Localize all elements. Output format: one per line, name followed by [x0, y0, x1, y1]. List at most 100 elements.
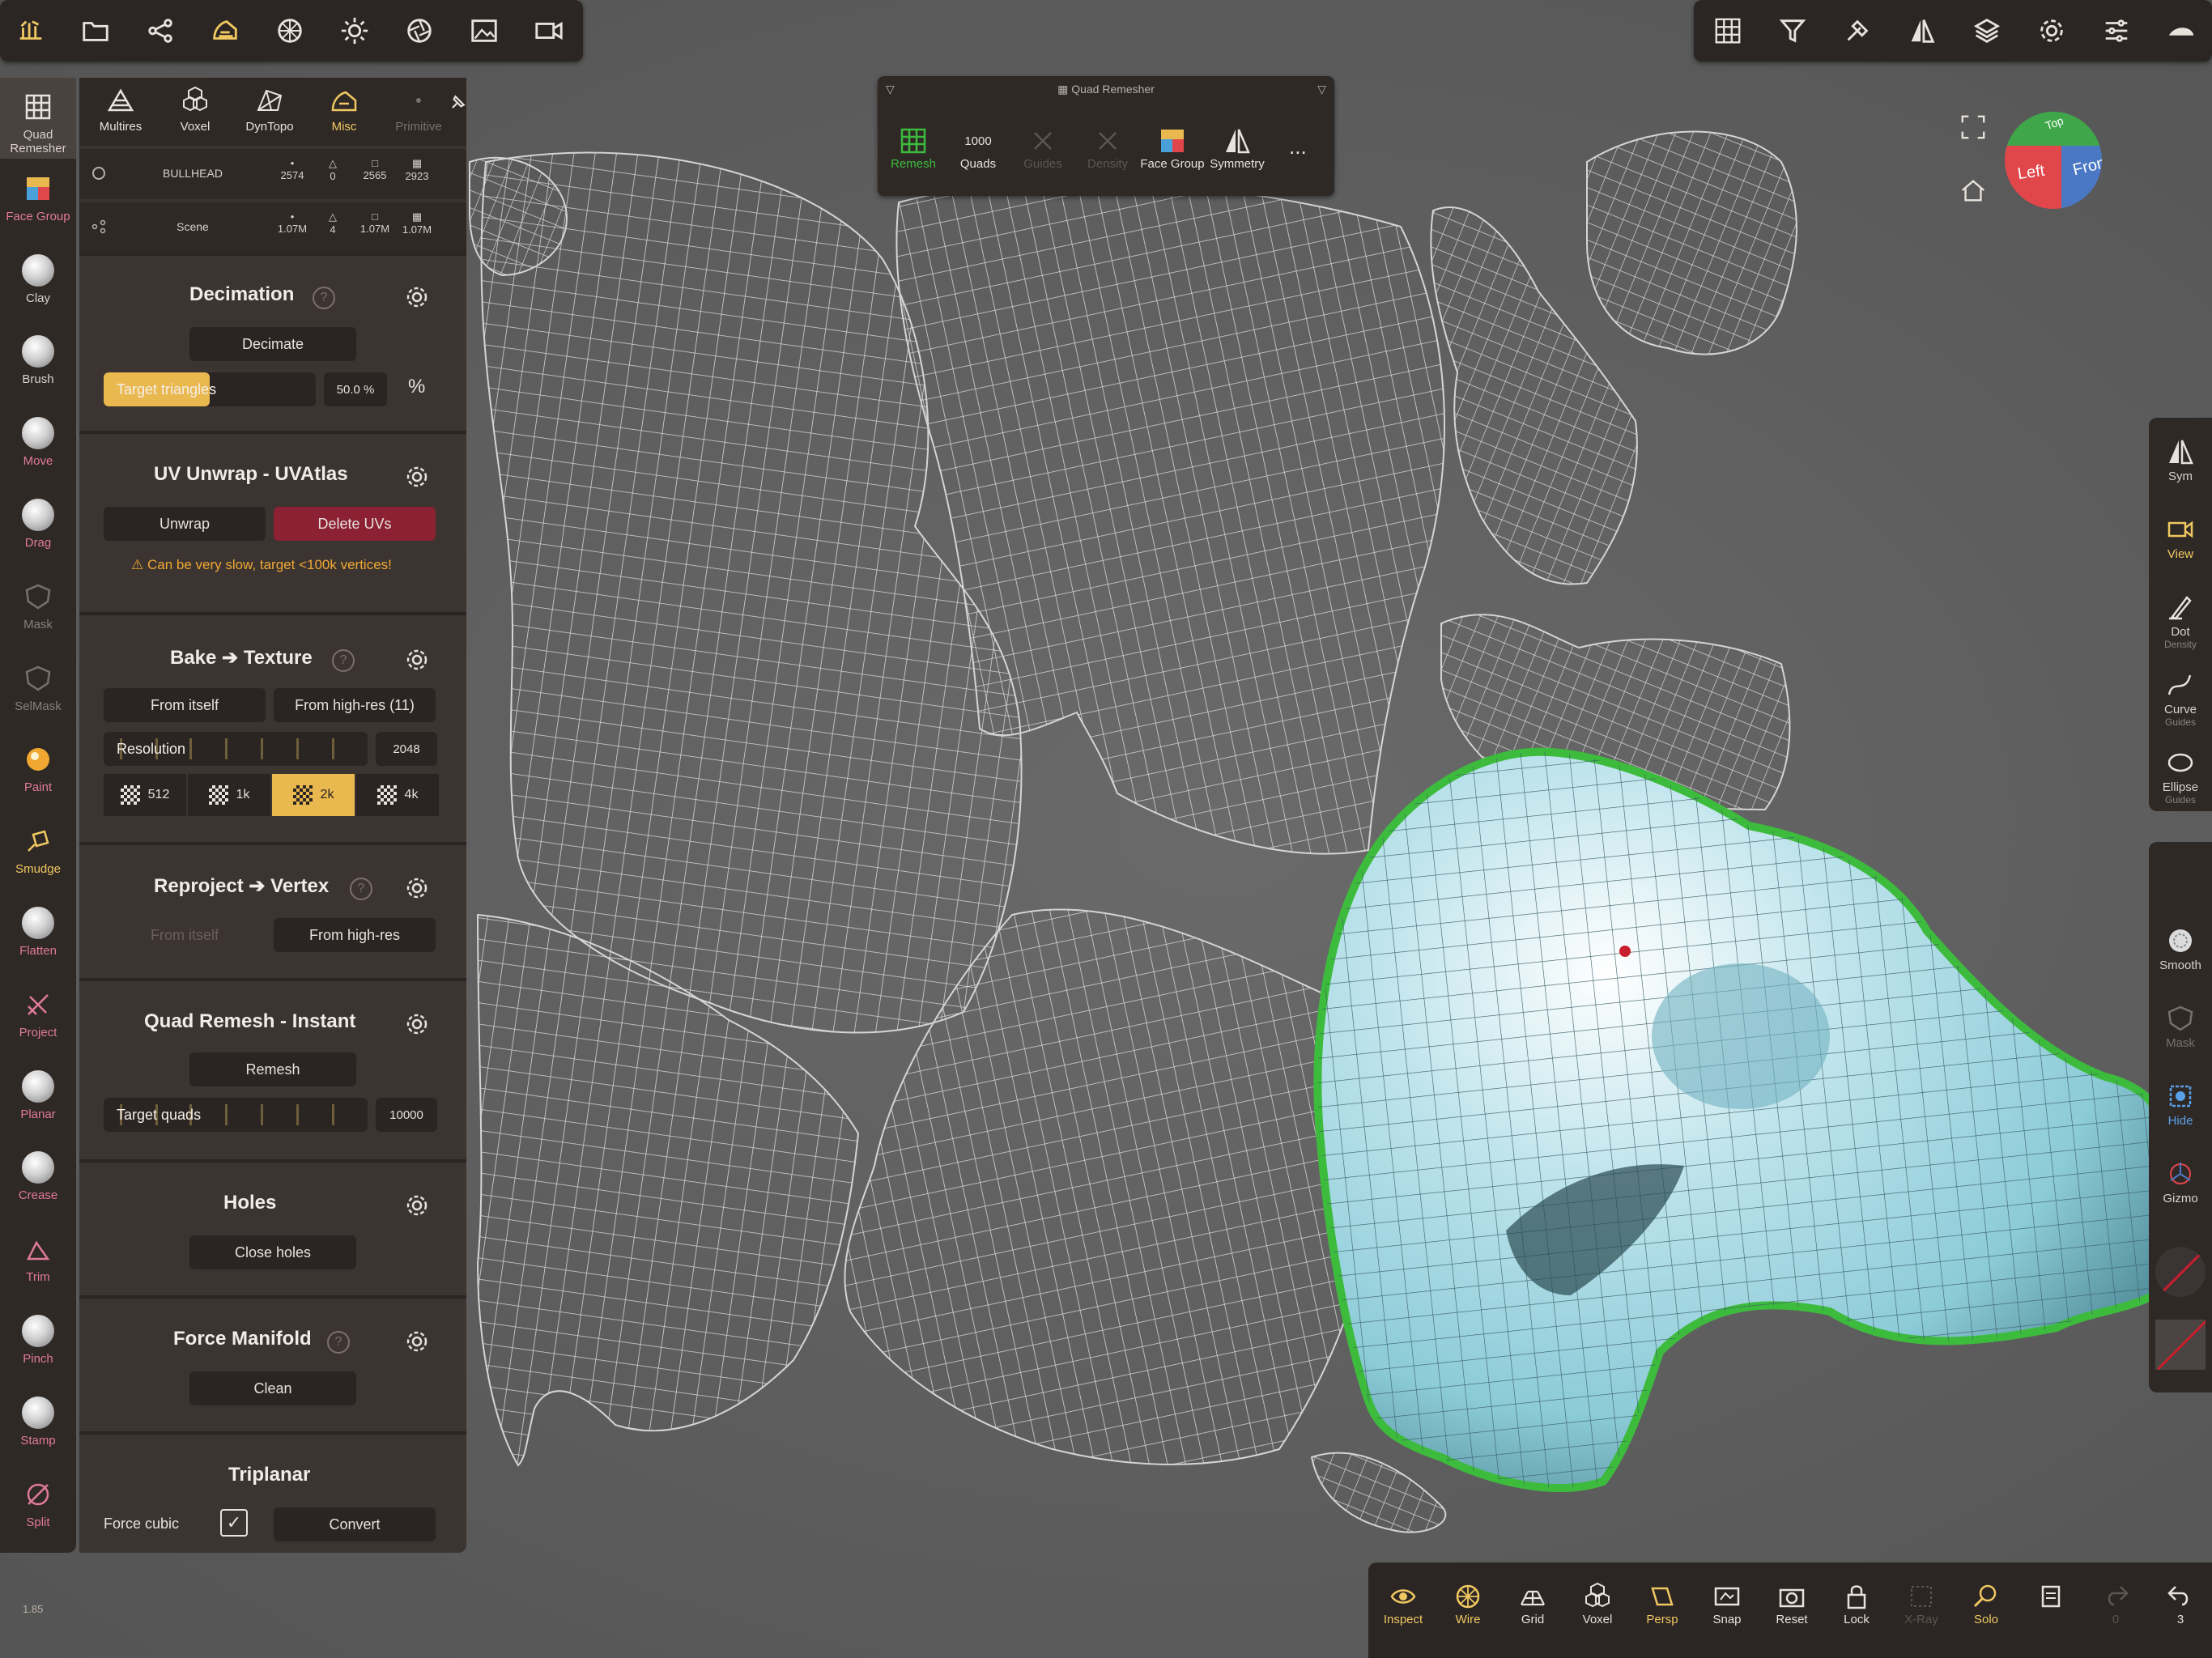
right-tool-hide[interactable]: Hide: [2149, 1078, 2212, 1128]
tool-move[interactable]: Move: [0, 404, 76, 485]
tool-mask[interactable]: Mask: [0, 568, 76, 648]
gear-icon[interactable]: [405, 648, 429, 672]
camera-aperture-icon[interactable]: [402, 13, 437, 49]
tab-dyntopo[interactable]: DynTopo: [233, 86, 306, 134]
resolution-option[interactable]: 512: [104, 774, 186, 816]
3d-model[interactable]: [1313, 747, 2158, 1493]
right-tool-view[interactable]: View: [2149, 512, 2212, 561]
tool-crease[interactable]: Crease: [0, 1138, 76, 1219]
qr-remesh[interactable]: Remesh: [881, 125, 946, 171]
tool-stamp[interactable]: Stamp: [0, 1384, 76, 1465]
resolution-slider[interactable]: Resolution: [104, 732, 368, 766]
bottom-inspect[interactable]: Inspect: [1375, 1580, 1431, 1626]
qr-quads[interactable]: 1000 Quads: [946, 125, 1010, 172]
fullscreen-icon[interactable]: [1959, 113, 1989, 142]
gear-icon[interactable]: [405, 876, 429, 900]
bottom-snap[interactable]: Snap: [1699, 1580, 1755, 1626]
gear-icon[interactable]: [405, 1193, 429, 1218]
gear-icon[interactable]: [405, 285, 429, 309]
reproject-from-highres-button[interactable]: From high-res: [274, 918, 436, 952]
tab-multires[interactable]: Multires: [84, 86, 157, 134]
qr-symmetry[interactable]: Symmetry: [1205, 125, 1270, 171]
light-icon[interactable]: [337, 13, 372, 49]
tool-trim[interactable]: Trim: [0, 1220, 76, 1301]
resolution-value[interactable]: 2048: [376, 732, 437, 766]
qr-guides[interactable]: Guides: [1010, 125, 1075, 171]
video-icon[interactable]: [531, 13, 567, 49]
help-icon[interactable]: ?: [350, 878, 372, 900]
right-tool-smooth[interactable]: Smooth: [2149, 923, 2212, 972]
quads-value[interactable]: 1000: [946, 125, 1010, 157]
nomad-logo-icon[interactable]: [2163, 13, 2199, 49]
tool-selmask[interactable]: SelMask: [0, 649, 76, 730]
gear-icon[interactable]: [405, 1012, 429, 1036]
symmetry-icon[interactable]: [1904, 13, 1940, 49]
convert-button[interactable]: Convert: [274, 1507, 436, 1541]
tool-drag[interactable]: Drag: [0, 486, 76, 567]
scene-icon[interactable]: [13, 13, 49, 49]
gear-icon[interactable]: [405, 1329, 429, 1354]
tool-face-group[interactable]: Face Group: [0, 159, 76, 240]
help-icon[interactable]: ?: [332, 649, 355, 672]
resolution-option[interactable]: 4k: [356, 774, 439, 816]
target-triangles-slider[interactable]: Target triangles: [104, 372, 316, 406]
target-triangles-value[interactable]: 50.0 %: [324, 372, 387, 406]
bottom-voxel[interactable]: Voxel: [1569, 1580, 1626, 1626]
tab-primitive[interactable]: Primitive: [382, 86, 455, 134]
bottom-wire[interactable]: Wire: [1440, 1580, 1496, 1626]
more-button[interactable]: ...: [1289, 134, 1307, 159]
bottom-grid[interactable]: Grid: [1504, 1580, 1561, 1626]
pin-icon[interactable]: [447, 92, 466, 117]
gear-icon[interactable]: [405, 465, 429, 489]
tab-voxel[interactable]: Voxel: [159, 86, 232, 134]
image-icon[interactable]: [466, 13, 502, 49]
tool-quad-remesher[interactable]: Quad Remesher: [0, 78, 76, 159]
folder-icon[interactable]: [78, 13, 113, 49]
bottom-3[interactable]: 3: [2152, 1580, 2209, 1626]
tool-clay[interactable]: Clay: [0, 241, 76, 322]
close-holes-button[interactable]: Close holes: [189, 1235, 356, 1269]
tab-misc[interactable]: Misc: [308, 86, 381, 134]
color-swatch-primary[interactable]: [2155, 1247, 2206, 1297]
tool-project[interactable]: Project: [0, 976, 76, 1056]
reproject-from-itself-button[interactable]: From itself: [104, 918, 266, 952]
tool-flatten[interactable]: Flatten: [0, 894, 76, 975]
delete-uvs-button[interactable]: Delete UVs: [274, 507, 436, 541]
help-icon[interactable]: ?: [327, 1331, 350, 1354]
remesh-button[interactable]: Remesh: [189, 1052, 356, 1086]
nav-cube[interactable]: Left Front Top: [2005, 112, 2102, 209]
right-tool-mask[interactable]: Mask: [2149, 1001, 2212, 1050]
help-icon[interactable]: ?: [313, 287, 335, 309]
bake-from-highres-button[interactable]: From high-res (11): [274, 688, 436, 722]
misc-icon[interactable]: [207, 13, 243, 49]
bake-from-itself-button[interactable]: From itself: [104, 688, 266, 722]
decimate-button[interactable]: Decimate: [189, 327, 356, 361]
tool-brush[interactable]: Brush: [0, 322, 76, 403]
home-icon[interactable]: [1959, 176, 1989, 206]
tool-split[interactable]: Split: [0, 1465, 76, 1546]
right-tool-gizmo[interactable]: Gizmo: [2149, 1156, 2212, 1205]
qr-density[interactable]: Density: [1075, 125, 1140, 171]
tool-smudge[interactable]: Smudge: [0, 812, 76, 893]
bottom-x-ray[interactable]: X-Ray: [1893, 1580, 1950, 1626]
right-tool-sym[interactable]: Sym: [2149, 434, 2212, 483]
force-cubic-checkbox[interactable]: ✓: [220, 1509, 248, 1537]
color-swatch-secondary[interactable]: [2155, 1320, 2206, 1370]
material-icon[interactable]: [272, 13, 308, 49]
settings-icon[interactable]: [2034, 13, 2069, 49]
bottom-persp[interactable]: Persp: [1634, 1580, 1691, 1626]
tools-icon[interactable]: [1840, 13, 1875, 49]
resolution-option[interactable]: 1k: [188, 774, 270, 816]
right-tool-dot[interactable]: Dot Density: [2149, 589, 2212, 650]
unwrap-button[interactable]: Unwrap: [104, 507, 266, 541]
target-quads-slider[interactable]: Target quads: [104, 1098, 368, 1132]
resolution-option[interactable]: 2k: [272, 774, 355, 816]
nav-cube-left[interactable]: Left: [2017, 162, 2046, 184]
target-quads-value[interactable]: 10000: [376, 1098, 437, 1132]
bottom-history-icon[interactable]: [2023, 1580, 2079, 1613]
sliders-icon[interactable]: [2099, 13, 2134, 49]
tool-paint[interactable]: Paint: [0, 730, 76, 811]
tool-pinch[interactable]: Pinch: [0, 1302, 76, 1383]
bottom-reset[interactable]: Reset: [1763, 1580, 1820, 1626]
percent-icon[interactable]: %: [408, 376, 425, 398]
